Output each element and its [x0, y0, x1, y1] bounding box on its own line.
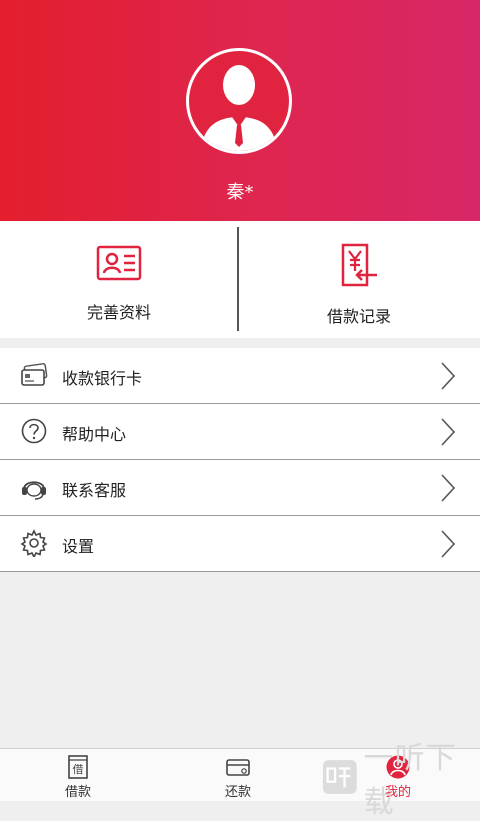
chevron-right-icon [441, 362, 456, 390]
bank-card-icon [21, 363, 48, 386]
complete-profile-button[interactable]: 完善资料 [0, 221, 238, 338]
yen-document-icon [341, 243, 377, 287]
menu-item-label: 联系客服 [62, 481, 127, 500]
loan-doc-icon: 借 [68, 755, 88, 779]
menu-item-help-center[interactable]: 帮助中心 [0, 404, 480, 460]
chevron-right-icon [441, 530, 456, 558]
loan-records-label: 借款记录 [326, 307, 391, 326]
loan-doc-icon-text: 借 [73, 763, 84, 776]
tab-label: 还款 [224, 785, 251, 800]
complete-profile-label: 完善资料 [86, 303, 151, 322]
tab-repay[interactable]: 还款 [188, 749, 288, 801]
quick-divider [237, 227, 239, 331]
settings-menu: 收款银行卡 帮助中心 联系客服 设置 [0, 348, 480, 572]
username: 秦* [226, 182, 254, 203]
headset-icon [22, 481, 46, 500]
tab-loan[interactable]: 借 借款 [28, 749, 128, 801]
menu-item-settings[interactable]: 设置 [0, 516, 480, 572]
user-silhouette-icon [201, 65, 277, 151]
profile-header: 秦* [0, 0, 480, 221]
watermark-logo-icon [322, 760, 357, 794]
menu-item-label: 帮助中心 [62, 425, 127, 444]
loan-records-button[interactable]: 借款记录 [240, 221, 478, 338]
watermark-text: 一听下载 [363, 741, 457, 820]
menu-item-customer-service[interactable]: 联系客服 [0, 460, 480, 516]
menu-item-label: 设置 [62, 537, 95, 556]
id-card-icon [96, 245, 142, 281]
gear-icon [20, 529, 48, 557]
question-circle-icon [21, 418, 47, 444]
repay-card-icon [226, 759, 250, 776]
chevron-right-icon [441, 418, 456, 446]
avatar[interactable] [186, 48, 292, 154]
menu-item-label: 收款银行卡 [62, 369, 143, 388]
menu-item-bank-card[interactable]: 收款银行卡 [0, 348, 480, 404]
tab-label: 借款 [64, 785, 91, 800]
quick-actions: 完善资料 借款记录 [0, 221, 480, 338]
chevron-right-icon [441, 474, 456, 502]
watermark: 一听下载 [322, 741, 480, 820]
